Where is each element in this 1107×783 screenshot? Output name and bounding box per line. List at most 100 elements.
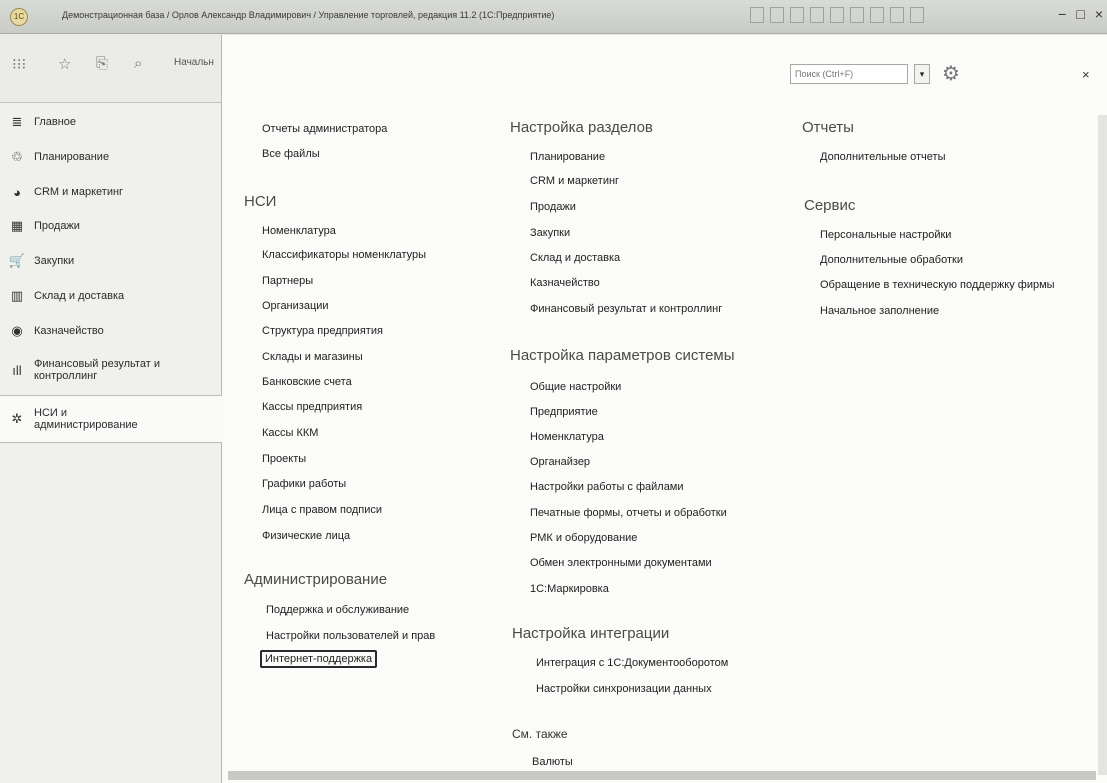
link-bank-accounts[interactable]: Банковские счета: [262, 376, 352, 388]
link-print-forms[interactable]: Печатные формы, отчеты и обработки: [530, 507, 727, 519]
link-initial-filling[interactable]: Начальное заполнение: [820, 305, 939, 317]
pie-chart-icon: ◕: [13, 184, 21, 200]
link-work-schedules[interactable]: Графики работы: [262, 478, 346, 490]
sidebar-toolbar: ⁝⁝⁝ ☆ ⎘ ⌕ Начальн: [0, 35, 221, 103]
link-additional-reports[interactable]: Дополнительные отчеты: [820, 151, 945, 163]
link-settings-crm[interactable]: CRM и маркетинг: [530, 175, 619, 187]
search-dropdown-button[interactable]: ▾: [914, 64, 930, 84]
toolbar-icon[interactable]: [850, 7, 864, 23]
list-icon: ≣: [11, 114, 23, 129]
link-personal-settings[interactable]: Персональные настройки: [820, 229, 951, 241]
link-enterprise-structure[interactable]: Структура предприятия: [262, 325, 383, 337]
link-general-settings[interactable]: Общие настройки: [530, 381, 621, 393]
link-params-nomenclature[interactable]: Номенклатура: [530, 431, 604, 443]
heading-nsi: НСИ: [244, 193, 277, 210]
link-settings-treasury[interactable]: Казначейство: [530, 277, 600, 289]
link-settings-planning[interactable]: Планирование: [530, 151, 605, 163]
search-input[interactable]: [790, 64, 908, 84]
sidebar-item-main[interactable]: ≣ Главное: [0, 109, 222, 135]
toolbar-icon[interactable]: [830, 7, 844, 23]
link-organizer[interactable]: Органайзер: [530, 456, 590, 468]
horizontal-scrollbar[interactable]: [228, 771, 1096, 780]
favorites-star-icon[interactable]: ☆: [58, 55, 71, 73]
toolbar-icon[interactable]: [790, 7, 804, 23]
link-individuals[interactable]: Физические лица: [262, 530, 350, 542]
toolbar-icon[interactable]: [750, 7, 764, 23]
link-kkm-cash-desks[interactable]: Кассы ККМ: [262, 427, 318, 439]
link-rmk-equipment[interactable]: РМК и оборудование: [530, 532, 637, 544]
sidebar-item-finance[interactable]: ıll Финансовый результат и контроллинг: [0, 353, 222, 387]
title-bar: 1С Демонстрационная база / Орлов Алексан…: [0, 0, 1107, 34]
sidebar-item-planning[interactable]: ♲ Планирование: [0, 144, 222, 170]
sidebar-item-purchases[interactable]: 🛒 Закупки: [0, 248, 222, 274]
toolbar-icon[interactable]: [770, 7, 784, 23]
sidebar-item-treasury[interactable]: ◉ Казначейство: [0, 318, 222, 344]
link-projects[interactable]: Проекты: [262, 453, 306, 465]
toolbar-icon[interactable]: [890, 7, 904, 23]
link-nomenclature[interactable]: Номенклатура: [262, 225, 336, 237]
sidebar-item-label: CRM и маркетинг: [34, 186, 124, 198]
link-partners[interactable]: Партнеры: [262, 275, 313, 287]
sidebar-item-label: Главное: [34, 116, 77, 128]
search-icon[interactable]: ⌕: [134, 55, 142, 72]
heading-system-parameters: Настройка параметров системы: [510, 347, 735, 364]
minimize-button[interactable]: −: [1058, 6, 1066, 22]
toolbar-icon[interactable]: [910, 7, 924, 23]
sidebar-item-label: НСИ и администрирование: [34, 407, 138, 431]
link-settings-warehouse[interactable]: Склад и доставка: [530, 252, 620, 264]
close-window-button[interactable]: ×: [1095, 6, 1103, 22]
link-organizations[interactable]: Организации: [262, 300, 329, 312]
link-enterprise[interactable]: Предприятие: [530, 406, 598, 418]
toolbar-icon[interactable]: [810, 7, 824, 23]
start-page-tab[interactable]: Начальн: [174, 57, 214, 68]
history-icon[interactable]: ⎘: [96, 55, 108, 72]
apps-grid-icon[interactable]: ⁝⁝⁝: [12, 55, 26, 73]
sidebar-item-crm[interactable]: ◕ CRM и маркетинг: [0, 179, 222, 205]
title-toolbar: [750, 7, 924, 27]
link-admin-reports[interactable]: Отчеты администратора: [262, 123, 387, 135]
sidebar-item-label: Продажи: [34, 220, 80, 232]
link-all-files[interactable]: Все файлы: [262, 148, 320, 160]
close-panel-button[interactable]: ×: [1082, 67, 1090, 82]
sidebar-item-nsi-admin[interactable]: ✲ НСИ и администрирование: [0, 395, 222, 443]
warehouse-icon: ▥: [10, 288, 24, 303]
heading-service: Сервис: [804, 197, 856, 214]
sidebar-item-sales[interactable]: ▦ Продажи: [0, 213, 222, 239]
heading-section-settings: Настройка разделов: [510, 119, 653, 136]
link-support-maintenance[interactable]: Поддержка и обслуживание: [266, 604, 409, 616]
link-marking[interactable]: 1С:Маркировка: [530, 583, 609, 595]
link-file-settings[interactable]: Настройки работы с файлами: [530, 481, 684, 493]
settings-gear-icon[interactable]: ⚙: [942, 61, 960, 86]
link-additional-processing[interactable]: Дополнительные обработки: [820, 254, 963, 266]
sidebar-item-label: Закупки: [34, 255, 75, 267]
link-tech-support[interactable]: Обращение в техническую поддержку фирмы: [820, 279, 1055, 291]
link-nomenclature-classifiers[interactable]: Классификаторы номенклатуры: [262, 249, 426, 261]
link-docflow-integration[interactable]: Интеграция с 1С:Документооборотом: [536, 657, 728, 669]
link-currencies[interactable]: Валюты: [532, 756, 573, 768]
link-edi[interactable]: Обмен электронными документами: [530, 557, 712, 569]
bar-chart-icon: ıll: [12, 362, 22, 378]
link-settings-finance[interactable]: Финансовый результат и контроллинг: [530, 303, 722, 315]
link-user-settings[interactable]: Настройки пользователей и прав: [266, 630, 435, 642]
link-signatories[interactable]: Лица с правом подписи: [262, 504, 382, 516]
section-panel: ▾ ⚙ × Отчеты администратора Все файлы НС…: [222, 35, 1107, 783]
vertical-scrollbar[interactable]: [1098, 115, 1107, 775]
gear-icon: ✲: [11, 411, 23, 426]
heading-see-also: См. также: [512, 727, 568, 741]
shop-icon: ▦: [10, 218, 24, 233]
link-cash-desks[interactable]: Кассы предприятия: [262, 401, 362, 413]
cart-icon: 🛒: [8, 253, 26, 268]
link-warehouses-stores[interactable]: Склады и магазины: [262, 351, 363, 363]
link-internet-support[interactable]: Интернет-поддержка: [260, 650, 378, 668]
window-title: Демонстрационная база / Орлов Александр …: [62, 10, 555, 20]
window-controls: − □ ×: [1058, 6, 1103, 22]
link-settings-sales[interactable]: Продажи: [530, 201, 576, 213]
link-data-sync[interactable]: Настройки синхронизации данных: [536, 683, 712, 695]
maximize-button[interactable]: □: [1076, 6, 1084, 22]
sidebar-item-warehouse[interactable]: ▥ Склад и доставка: [0, 283, 222, 309]
app-logo-icon[interactable]: 1С: [10, 8, 28, 26]
link-settings-purchases[interactable]: Закупки: [530, 227, 570, 239]
toolbar-icon[interactable]: [870, 7, 884, 23]
sidebar-item-label: Казначейство: [34, 325, 104, 337]
sidebar-item-label: Планирование: [34, 151, 110, 163]
